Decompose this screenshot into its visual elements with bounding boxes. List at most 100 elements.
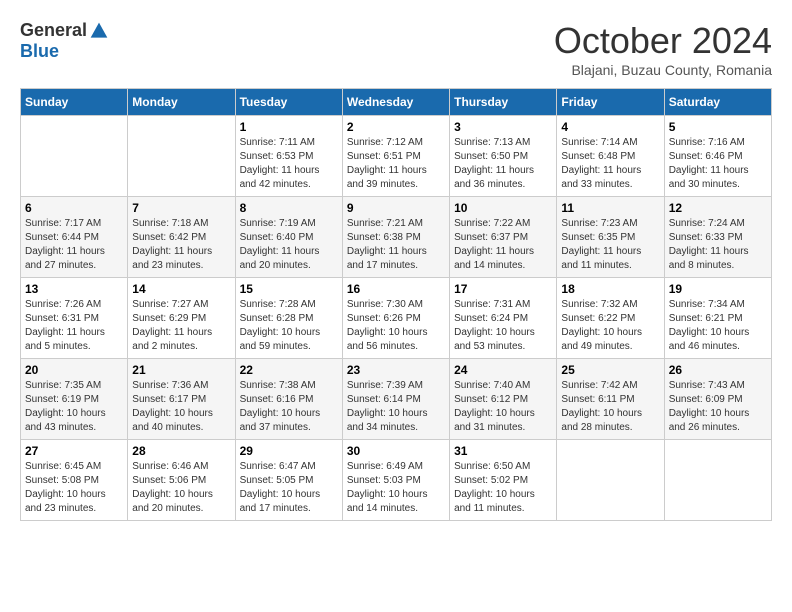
location-subtitle: Blajani, Buzau County, Romania [554, 62, 772, 78]
day-info: Sunrise: 7:40 AMSunset: 6:12 PMDaylight:… [454, 379, 552, 435]
day-number: 27 [25, 444, 123, 458]
calendar-cell: 7 Sunrise: 7:18 AMSunset: 6:42 PMDaylight… [128, 197, 235, 278]
day-number: 15 [240, 282, 338, 296]
calendar-cell: 8 Sunrise: 7:19 AMSunset: 6:40 PMDaylight… [235, 197, 342, 278]
calendar-cell: 18 Sunrise: 7:32 AMSunset: 6:22 PMDayligh… [557, 278, 664, 359]
weekday-header: Saturday [664, 89, 771, 116]
day-number: 10 [454, 201, 552, 215]
calendar-cell: 23Sunrise: 7:39 AMSunset: 6:14 PMDayligh… [342, 359, 449, 440]
calendar-cell: 22Sunrise: 7:38 AMSunset: 6:16 PMDayligh… [235, 359, 342, 440]
calendar-cell: 3 Sunrise: 7:13 AMSunset: 6:50 PMDaylight… [450, 116, 557, 197]
day-info: Sunrise: 7:17 AMSunset: 6:44 PMDaylight:… [25, 217, 123, 273]
logo: General Blue [20, 20, 109, 62]
day-number: 17 [454, 282, 552, 296]
calendar-cell: 25 Sunrise: 7:42 AMSunset: 6:11 PMDayligh… [557, 359, 664, 440]
weekday-header: Tuesday [235, 89, 342, 116]
day-number: 16 [347, 282, 445, 296]
calendar-cell: 30 Sunrise: 6:49 AMSunset: 5:03 PMDayligh… [342, 440, 449, 521]
day-number: 20 [25, 363, 123, 377]
day-info: Sunrise: 7:14 AMSunset: 6:48 PMDaylight:… [561, 136, 659, 192]
day-number: 28 [132, 444, 230, 458]
day-number: 26 [669, 363, 767, 377]
day-number: 12 [669, 201, 767, 215]
day-number: 7 [132, 201, 230, 215]
day-number: 8 [240, 201, 338, 215]
calendar: SundayMondayTuesdayWednesdayThursdayFrid… [20, 88, 772, 521]
calendar-cell: 9 Sunrise: 7:21 AMSunset: 6:38 PMDaylight… [342, 197, 449, 278]
day-info: Sunrise: 7:23 AMSunset: 6:35 PMDaylight:… [561, 217, 659, 273]
day-number: 29 [240, 444, 338, 458]
calendar-cell: 28 Sunrise: 6:46 AMSunset: 5:06 PMDayligh… [128, 440, 235, 521]
day-info: Sunrise: 7:16 AMSunset: 6:46 PMDaylight:… [669, 136, 767, 192]
day-info: Sunrise: 6:46 AMSunset: 5:06 PMDaylight:… [132, 460, 230, 516]
calendar-cell: 24Sunrise: 7:40 AMSunset: 6:12 PMDayligh… [450, 359, 557, 440]
day-info: Sunrise: 7:43 AMSunset: 6:09 PMDaylight:… [669, 379, 767, 435]
weekday-header: Monday [128, 89, 235, 116]
calendar-cell [128, 116, 235, 197]
day-number: 22 [240, 363, 338, 377]
weekday-header: Wednesday [342, 89, 449, 116]
title-section: October 2024 Blajani, Buzau County, Roma… [554, 20, 772, 78]
calendar-cell: 29 Sunrise: 6:47 AMSunset: 5:05 PMDayligh… [235, 440, 342, 521]
day-number: 9 [347, 201, 445, 215]
day-number: 1 [240, 120, 338, 134]
calendar-cell: 27 Sunrise: 6:45 AMSunset: 5:08 PMDayligh… [21, 440, 128, 521]
day-info: Sunrise: 7:18 AMSunset: 6:42 PMDaylight:… [132, 217, 230, 273]
day-info: Sunrise: 7:31 AMSunset: 6:24 PMDaylight:… [454, 298, 552, 354]
day-info: Sunrise: 7:28 AMSunset: 6:28 PMDaylight:… [240, 298, 338, 354]
calendar-cell: 1 Sunrise: 7:11 AMSunset: 6:53 PMDaylight… [235, 116, 342, 197]
day-info: Sunrise: 7:36 AMSunset: 6:17 PMDaylight:… [132, 379, 230, 435]
day-number: 5 [669, 120, 767, 134]
day-info: Sunrise: 6:49 AMSunset: 5:03 PMDaylight:… [347, 460, 445, 516]
calendar-cell [557, 440, 664, 521]
logo-general-text: General [20, 20, 87, 41]
day-number: 2 [347, 120, 445, 134]
day-info: Sunrise: 7:22 AMSunset: 6:37 PMDaylight:… [454, 217, 552, 273]
day-info: Sunrise: 6:47 AMSunset: 5:05 PMDaylight:… [240, 460, 338, 516]
calendar-cell: 6 Sunrise: 7:17 AMSunset: 6:44 PMDaylight… [21, 197, 128, 278]
calendar-cell: 19Sunrise: 7:34 AMSunset: 6:21 PMDayligh… [664, 278, 771, 359]
day-info: Sunrise: 7:32 AMSunset: 6:22 PMDaylight:… [561, 298, 659, 354]
calendar-cell: 4 Sunrise: 7:14 AMSunset: 6:48 PMDaylight… [557, 116, 664, 197]
day-info: Sunrise: 6:50 AMSunset: 5:02 PMDaylight:… [454, 460, 552, 516]
day-number: 31 [454, 444, 552, 458]
calendar-cell: 12Sunrise: 7:24 AMSunset: 6:33 PMDayligh… [664, 197, 771, 278]
day-info: Sunrise: 6:45 AMSunset: 5:08 PMDaylight:… [25, 460, 123, 516]
day-info: Sunrise: 7:35 AMSunset: 6:19 PMDaylight:… [25, 379, 123, 435]
day-info: Sunrise: 7:11 AMSunset: 6:53 PMDaylight:… [240, 136, 338, 192]
day-info: Sunrise: 7:13 AMSunset: 6:50 PMDaylight:… [454, 136, 552, 192]
day-number: 19 [669, 282, 767, 296]
calendar-cell: 15 Sunrise: 7:28 AMSunset: 6:28 PMDayligh… [235, 278, 342, 359]
day-number: 4 [561, 120, 659, 134]
header: General Blue October 2024 Blajani, Buzau… [20, 20, 772, 78]
calendar-week-row: 27 Sunrise: 6:45 AMSunset: 5:08 PMDayligh… [21, 440, 772, 521]
day-number: 3 [454, 120, 552, 134]
calendar-cell: 2Sunrise: 7:12 AMSunset: 6:51 PMDaylight… [342, 116, 449, 197]
day-number: 23 [347, 363, 445, 377]
calendar-cell: 21 Sunrise: 7:36 AMSunset: 6:17 PMDayligh… [128, 359, 235, 440]
weekday-header: Friday [557, 89, 664, 116]
day-info: Sunrise: 7:42 AMSunset: 6:11 PMDaylight:… [561, 379, 659, 435]
day-info: Sunrise: 7:26 AMSunset: 6:31 PMDaylight:… [25, 298, 123, 354]
calendar-cell: 10 Sunrise: 7:22 AMSunset: 6:37 PMDayligh… [450, 197, 557, 278]
month-title: October 2024 [554, 20, 772, 62]
day-info: Sunrise: 7:19 AMSunset: 6:40 PMDaylight:… [240, 217, 338, 273]
calendar-cell: 5 Sunrise: 7:16 AMSunset: 6:46 PMDaylight… [664, 116, 771, 197]
logo-blue-text: Blue [20, 41, 59, 62]
day-number: 13 [25, 282, 123, 296]
weekday-header: Sunday [21, 89, 128, 116]
day-number: 18 [561, 282, 659, 296]
day-info: Sunrise: 7:30 AMSunset: 6:26 PMDaylight:… [347, 298, 445, 354]
day-info: Sunrise: 7:21 AMSunset: 6:38 PMDaylight:… [347, 217, 445, 273]
calendar-cell: 26 Sunrise: 7:43 AMSunset: 6:09 PMDayligh… [664, 359, 771, 440]
calendar-week-row: 20 Sunrise: 7:35 AMSunset: 6:19 PMDayligh… [21, 359, 772, 440]
calendar-cell: 17 Sunrise: 7:31 AMSunset: 6:24 PMDayligh… [450, 278, 557, 359]
calendar-week-row: 1 Sunrise: 7:11 AMSunset: 6:53 PMDaylight… [21, 116, 772, 197]
calendar-cell: 20 Sunrise: 7:35 AMSunset: 6:19 PMDayligh… [21, 359, 128, 440]
day-number: 6 [25, 201, 123, 215]
weekday-header: Thursday [450, 89, 557, 116]
day-number: 25 [561, 363, 659, 377]
day-number: 21 [132, 363, 230, 377]
day-number: 30 [347, 444, 445, 458]
logo-icon [89, 21, 109, 41]
